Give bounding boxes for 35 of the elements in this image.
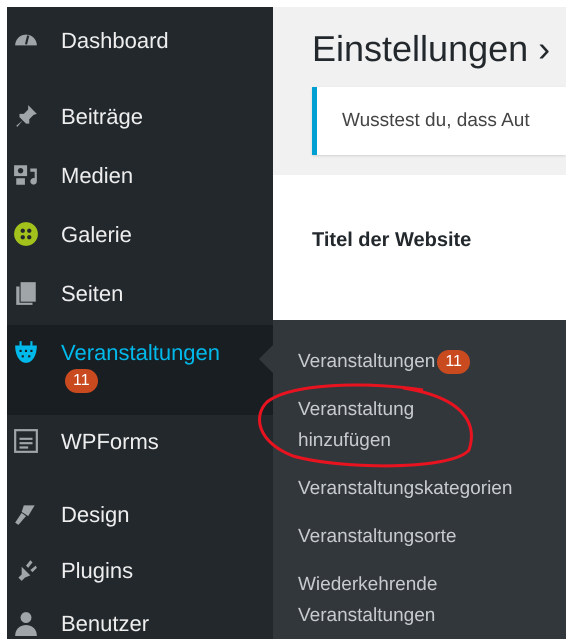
menu-item[interactable]: Dashboard <box>7 27 273 55</box>
menu-label: Veranstaltungen <box>61 339 220 367</box>
menu-item[interactable]: Seiten <box>7 280 273 308</box>
submenu-item[interactable]: Veranstaltungsorte <box>298 521 456 552</box>
page-title: Einstellungen › <box>311 27 552 71</box>
submenu-item[interactable]: Veranstaltungskategorien <box>298 473 512 504</box>
menu-label: Seiten <box>61 280 124 308</box>
form-icon <box>13 428 39 454</box>
menu-label: Plugins <box>61 557 134 585</box>
menu-item[interactable]: Galerie <box>7 221 273 249</box>
menu-item[interactable]: Design <box>7 501 273 529</box>
menu-label: Beiträge <box>61 103 143 131</box>
grid-circle-icon <box>13 221 39 247</box>
user-icon <box>13 610 39 636</box>
calendar-icon <box>13 339 39 365</box>
menu-item[interactable]: WPForms <box>7 428 273 456</box>
notice-text: Wusstest du, dass Aut <box>342 108 530 133</box>
count-badge: 11 <box>437 350 470 374</box>
menu-label: Galerie <box>61 221 132 249</box>
menu-item[interactable]: Medien <box>7 162 273 190</box>
menu-item[interactable]: Benutzer <box>7 610 273 638</box>
menu-label: WPForms <box>61 428 159 456</box>
count-badge: 11 <box>65 369 98 393</box>
field-label: Titel der Website <box>312 229 472 251</box>
menu-label: Medien <box>61 162 134 190</box>
menu-item[interactable]: Plugins <box>7 557 273 585</box>
menu-label: Design <box>61 501 130 529</box>
menu-label: Dashboard <box>61 27 169 55</box>
pushpin-icon <box>13 103 39 129</box>
submenu-item[interactable]: Veranstaltungen <box>298 346 436 377</box>
submenu-item[interactable]: Wiederkehrende Veranstaltungen <box>298 569 438 631</box>
menu-item[interactable]: Veranstaltungen 11 <box>7 325 273 415</box>
submenu-item[interactable]: Veranstaltung hinzufügen <box>298 394 414 456</box>
menu-label: Benutzer <box>61 610 150 638</box>
menu-item[interactable]: Beiträge <box>7 103 273 131</box>
